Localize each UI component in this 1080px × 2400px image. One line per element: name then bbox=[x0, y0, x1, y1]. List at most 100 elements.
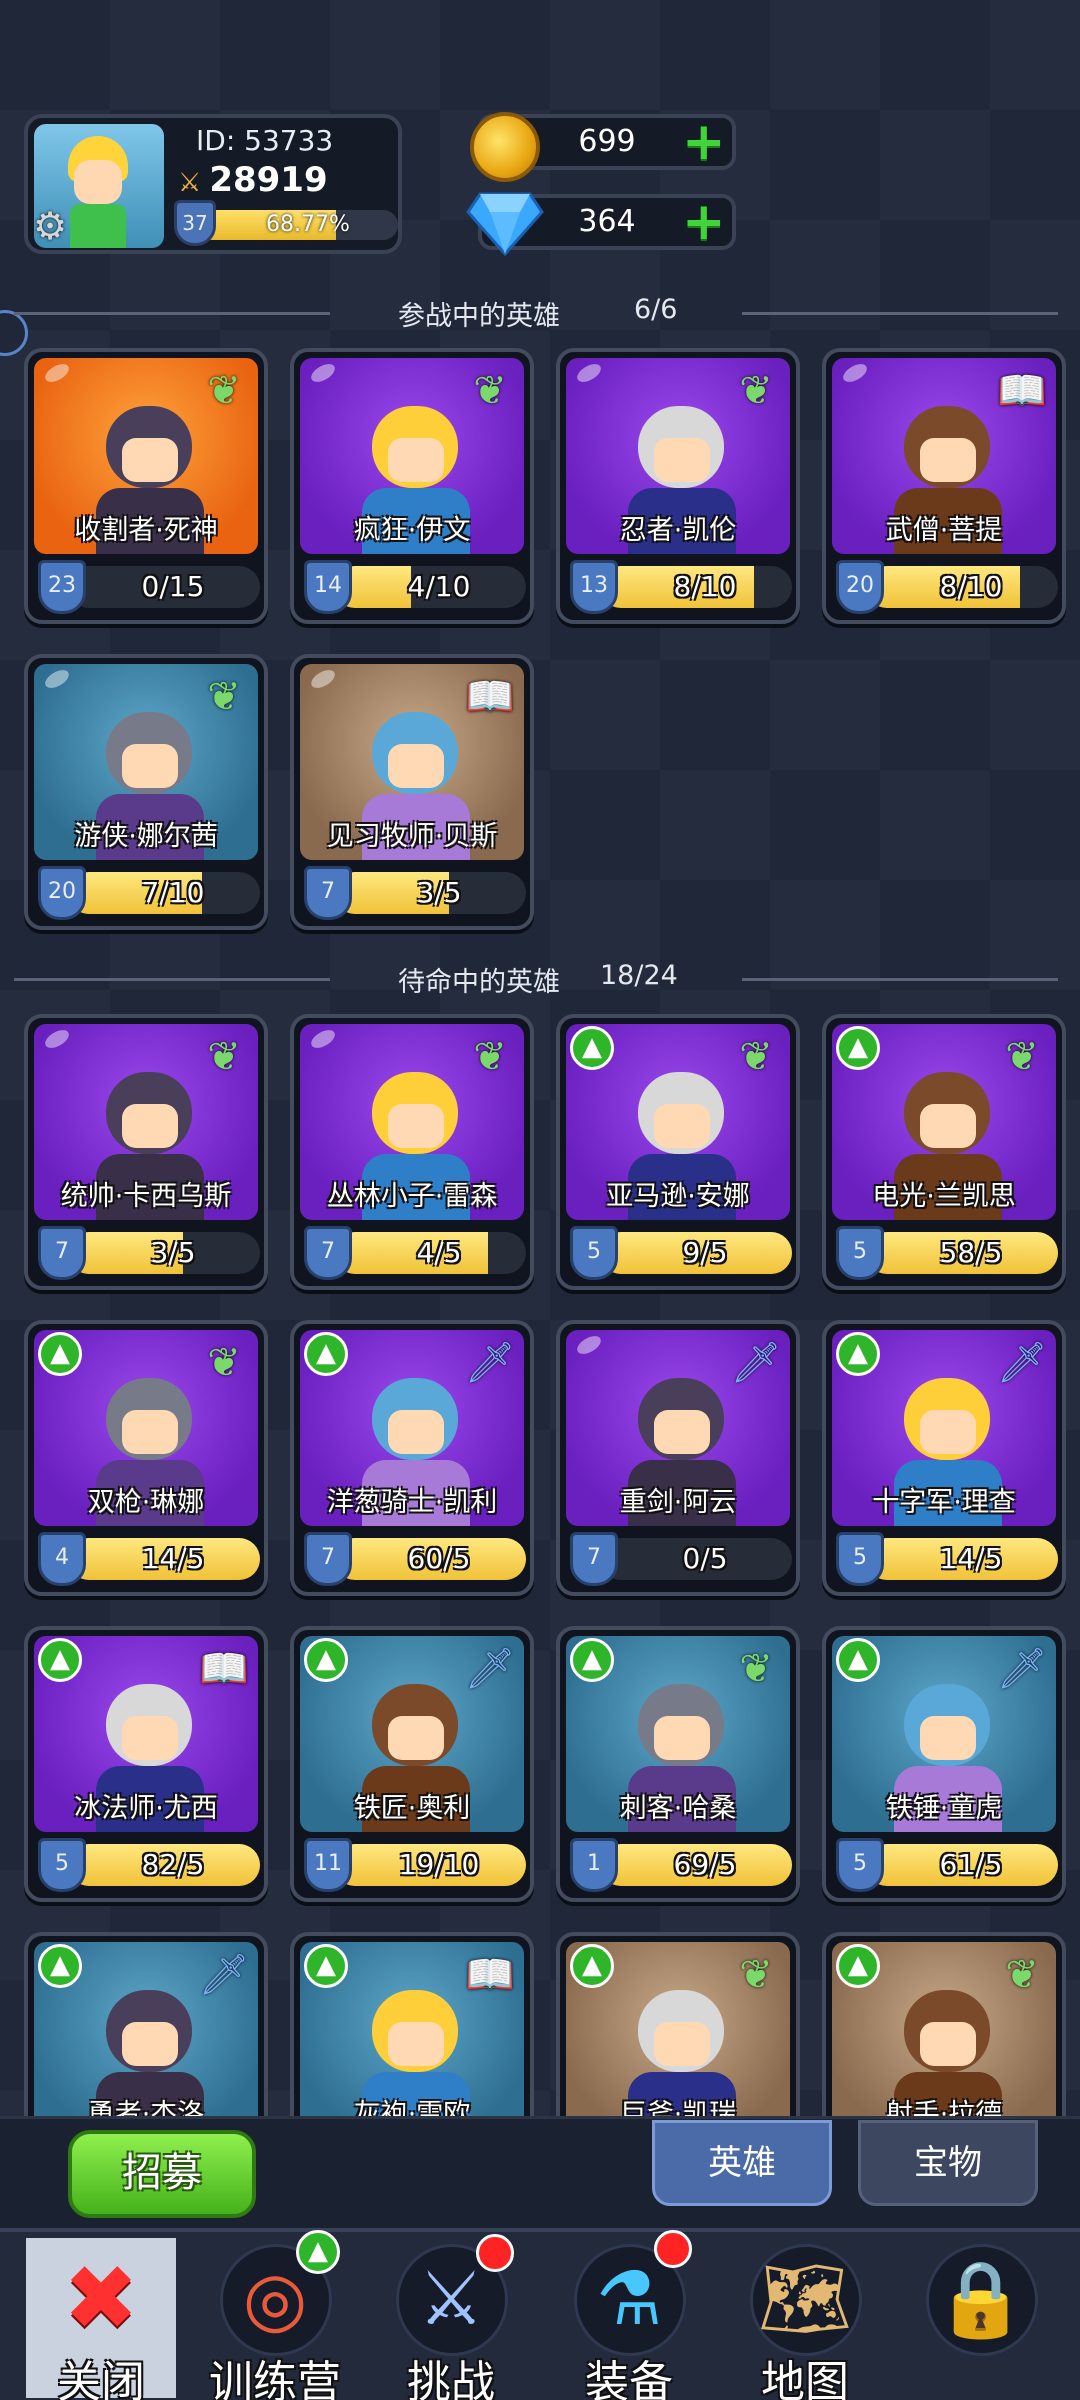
hero-fragment-count: 14/5 bbox=[939, 1542, 1003, 1575]
nav-equipment[interactable]: ⚗ 装备 bbox=[554, 2230, 704, 2400]
upgrade-arrow-icon: ▲ bbox=[570, 1944, 614, 1988]
hero-name: 游侠·娜尔茜 bbox=[74, 821, 218, 852]
hero-card[interactable]: 🗡 ▲ 铁锤·童虎 5 61/5 bbox=[822, 1626, 1066, 1902]
crossed-swords-icon: ⚔ bbox=[178, 168, 202, 198]
wing-icon: ❦ bbox=[1005, 1952, 1039, 1998]
book-icon: 📖 bbox=[465, 674, 515, 720]
hero-name: 亚马逊·安娜 bbox=[606, 1181, 750, 1212]
hero-fragment-count: 0/5 bbox=[682, 1542, 728, 1575]
wing-icon: ❦ bbox=[739, 368, 773, 414]
nav-equipment-label: 装备 bbox=[585, 2357, 673, 2400]
hero-star-level: 7 bbox=[570, 1532, 618, 1586]
tab-treasure[interactable]: 宝物 bbox=[858, 2120, 1038, 2206]
hero-card[interactable]: ❦ ▲ 双枪·琳娜 4 14/5 bbox=[24, 1320, 268, 1596]
hero-card[interactable]: ❦ 疯狂·伊文 14 4/10 bbox=[290, 348, 534, 624]
wing-icon: ❦ bbox=[207, 1034, 241, 1080]
hero-portrait: ❦ 疯狂·伊文 bbox=[300, 358, 524, 554]
nav-training-camp[interactable]: ◎ ▲ 训练营 bbox=[200, 2230, 350, 2400]
hero-fragment-bar: 3/5 bbox=[68, 1232, 260, 1274]
dagger-icon: 🗡 bbox=[996, 1646, 1048, 1692]
hero-portrait: 🗡 ▲ 勇者·杰洛 bbox=[34, 1942, 258, 2138]
hero-portrait: 📖 ▲ 冰法师·尤西 bbox=[34, 1636, 258, 1832]
hero-card[interactable]: 📖 ▲ 冰法师·尤西 5 82/5 bbox=[24, 1626, 268, 1902]
hero-star-level: 7 bbox=[38, 1226, 86, 1280]
gem-amount: 364 bbox=[578, 204, 636, 239]
hero-star-level: 5 bbox=[570, 1226, 618, 1280]
wing-icon: ❦ bbox=[207, 1340, 241, 1386]
hero-portrait: 🗡 ▲ 铁锤·童虎 bbox=[832, 1636, 1056, 1832]
hero-portrait: ❦ ▲ 双枪·琳娜 bbox=[34, 1330, 258, 1526]
recruit-button[interactable]: 招募 bbox=[68, 2130, 256, 2218]
hero-card[interactable]: ❦ 游侠·娜尔茜 20 7/10 bbox=[24, 654, 268, 930]
hero-card[interactable]: 📖 见习牧师·贝斯 7 3/5 bbox=[290, 654, 534, 930]
hero-card[interactable]: ❦ ▲ 亚马逊·安娜 5 9/5 bbox=[556, 1014, 800, 1290]
upgrade-arrow-icon: ▲ bbox=[836, 1332, 880, 1376]
dagger-icon: 🗡 bbox=[198, 1952, 250, 1998]
hero-card[interactable]: ❦ 收割者·死神 23 0/15 bbox=[24, 348, 268, 624]
hero-card[interactable]: 🗡 ▲ 铁匠·奥利 11 19/10 bbox=[290, 1626, 534, 1902]
hero-fragment-count: 19/10 bbox=[398, 1848, 480, 1881]
hero-fragment-count: 0/15 bbox=[141, 570, 205, 603]
hero-fragment-count: 4/10 bbox=[407, 570, 471, 603]
nav-close-label: 关闭 bbox=[57, 2357, 145, 2400]
dagger-icon: 🗡 bbox=[730, 1340, 782, 1386]
hero-fragment-count: 7/10 bbox=[141, 876, 205, 909]
upgrade-arrow-icon: ▲ bbox=[836, 1026, 880, 1070]
hero-fragment-count: 8/10 bbox=[673, 570, 737, 603]
hero-card[interactable]: ❦ 丛林小子·雷森 7 4/5 bbox=[290, 1014, 534, 1290]
nav-map[interactable]: 🗺 地图 bbox=[730, 2236, 880, 2400]
hero-card[interactable]: 🗡 重剑·阿云 7 0/5 bbox=[556, 1320, 800, 1596]
hero-portrait: 🗡 ▲ 洋葱骑士·凯利 bbox=[300, 1330, 524, 1526]
hero-card[interactable]: ❦ ▲ 刺客·哈桑 1 69/5 bbox=[556, 1626, 800, 1902]
upgrade-arrow-icon: ▲ bbox=[304, 1332, 348, 1376]
dagger-icon: 🗡 bbox=[464, 1646, 516, 1692]
hero-portrait: ❦ ▲ 刺客·哈桑 bbox=[566, 1636, 790, 1832]
hero-card[interactable]: 📖 武僧·菩提 20 8/10 bbox=[822, 348, 1066, 624]
nav-challenge[interactable]: ⚔ 挑战 bbox=[376, 2234, 526, 2400]
book-icon: 📖 bbox=[465, 1952, 515, 1998]
hero-name: 铁匠·奥利 bbox=[353, 1793, 471, 1824]
hero-card[interactable]: 🗡 ▲ 十字军·理查 5 14/5 bbox=[822, 1320, 1066, 1596]
player-profile-panel[interactable]: ⚙ ID: 53733 ⚔ 28919 37 68.77% bbox=[24, 114, 402, 254]
active-heroes-title: 参战中的英雄 bbox=[398, 301, 560, 332]
close-icon: ✖ bbox=[63, 2246, 139, 2351]
hero-name: 收割者·死神 bbox=[74, 515, 218, 546]
diamond-icon bbox=[466, 192, 544, 256]
hero-fragment-count: 82/5 bbox=[141, 1848, 205, 1881]
hero-fragment-count: 9/5 bbox=[682, 1236, 728, 1269]
active-heroes-count: 6/6 bbox=[634, 294, 678, 325]
upgrade-arrow-icon: ▲ bbox=[38, 1332, 82, 1376]
map-icon: 🗺 bbox=[758, 2256, 852, 2342]
hero-card[interactable]: ❦ 统帅·卡西乌斯 7 3/5 bbox=[24, 1014, 268, 1290]
hero-portrait: ❦ ▲ 巨斧·凯瑞 bbox=[566, 1942, 790, 2138]
hero-star-level: 5 bbox=[836, 1838, 884, 1892]
potion-icon: ⚗ bbox=[595, 2256, 663, 2342]
hero-fragment-count: 69/5 bbox=[673, 1848, 737, 1881]
wing-icon: ❦ bbox=[473, 1034, 507, 1080]
hero-name: 洋葱骑士·凯利 bbox=[326, 1487, 498, 1518]
standby-heroes-header: 待命中的英雄 18/24 bbox=[0, 958, 1080, 998]
hero-card[interactable]: 🗡 ▲ 洋葱骑士·凯利 7 60/5 bbox=[290, 1320, 534, 1596]
hero-card[interactable]: ❦ ▲ 电光·兰凯思 5 58/5 bbox=[822, 1014, 1066, 1290]
upgrade-arrow-icon: ▲ bbox=[304, 1944, 348, 1988]
hero-star-level: 7 bbox=[304, 866, 352, 920]
hero-star-level: 5 bbox=[836, 1532, 884, 1586]
book-icon: 📖 bbox=[997, 368, 1047, 414]
hero-star-level: 4 bbox=[38, 1532, 86, 1586]
tab-heroes[interactable]: 英雄 bbox=[652, 2120, 832, 2206]
hero-portrait: ❦ 忍者·凯伦 bbox=[566, 358, 790, 554]
hero-fragment-count: 4/5 bbox=[416, 1236, 462, 1269]
hero-card[interactable]: ❦ 忍者·凯伦 13 8/10 bbox=[556, 348, 800, 624]
add-gems-button[interactable]: + bbox=[682, 196, 726, 248]
hero-portrait: ❦ 游侠·娜尔茜 bbox=[34, 664, 258, 860]
add-gold-button[interactable]: + bbox=[682, 116, 726, 168]
gear-icon[interactable]: ⚙ bbox=[30, 206, 70, 246]
player-id: ID: 53733 bbox=[196, 124, 334, 157]
hero-star-level: 7 bbox=[304, 1532, 352, 1586]
hero-fragment-bar: 69/5 bbox=[600, 1844, 792, 1886]
nav-close[interactable]: ✖ 关闭 bbox=[26, 2236, 176, 2400]
hero-fragment-count: 3/5 bbox=[150, 1236, 196, 1269]
hero-star-level: 23 bbox=[38, 560, 86, 614]
nav-locked[interactable]: 🔒 bbox=[906, 2236, 1056, 2400]
upgrade-arrow-icon: ▲ bbox=[38, 1944, 82, 1988]
